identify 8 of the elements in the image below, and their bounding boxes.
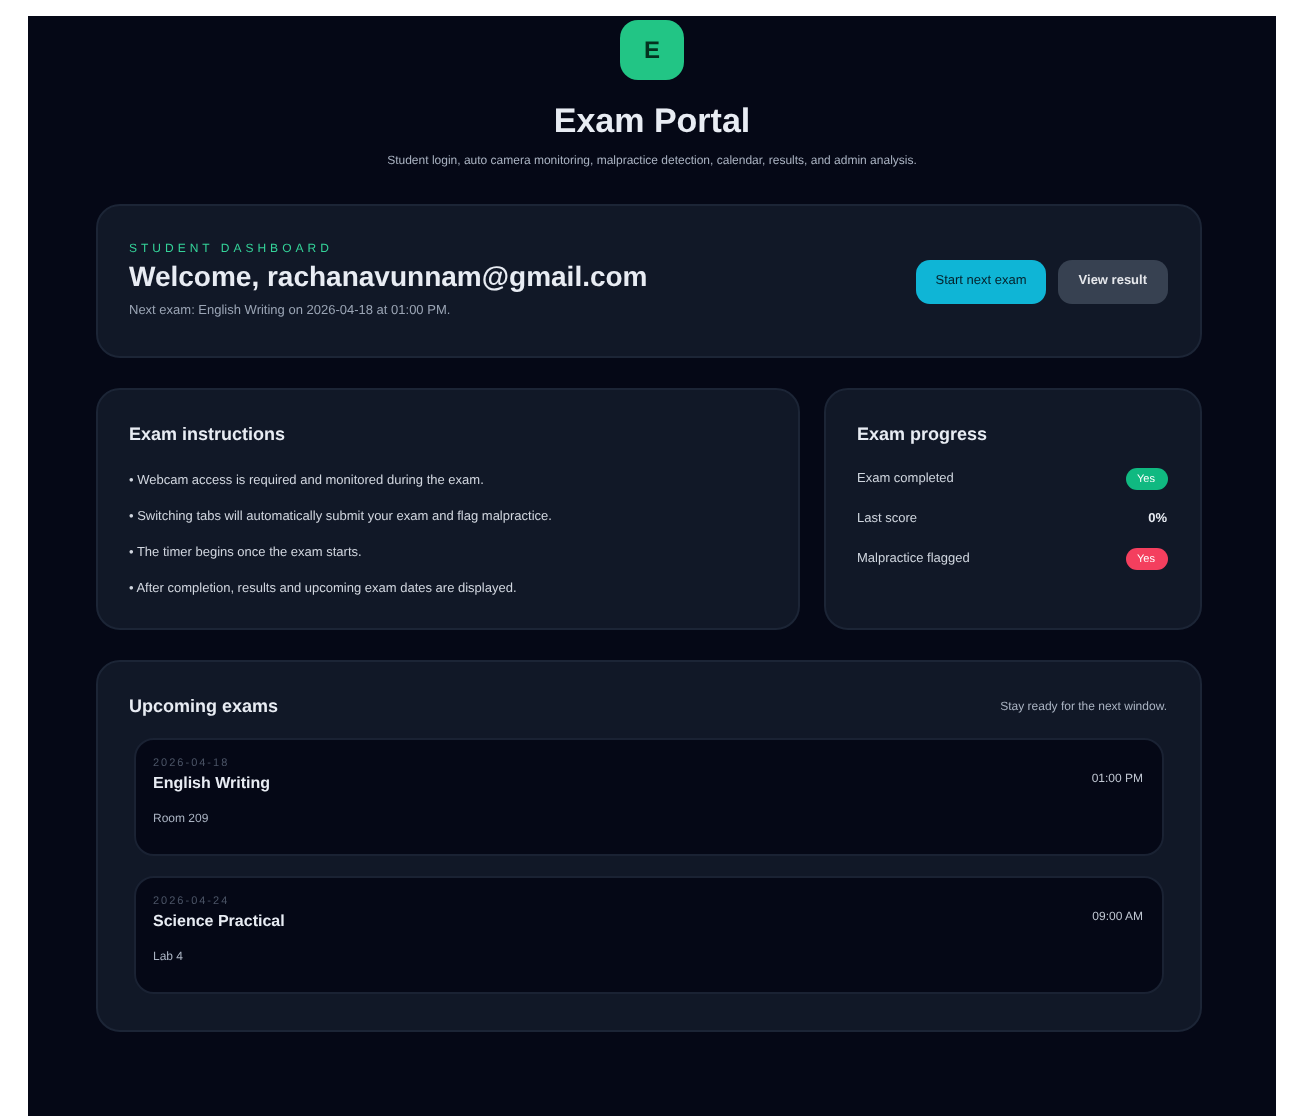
exam-name: Science Practical	[153, 910, 285, 934]
welcome-heading: Welcome, rachanavunnam@gmail.com	[129, 259, 648, 295]
page-title: Exam Portal	[553, 100, 751, 143]
logo-icon: E	[620, 20, 684, 80]
instructions-title: Exam instructions	[129, 422, 288, 449]
exam-name: English Writing	[153, 772, 271, 796]
upcoming-title: Upcoming exams	[129, 694, 279, 721]
progress-title: Exam progress	[857, 422, 990, 449]
